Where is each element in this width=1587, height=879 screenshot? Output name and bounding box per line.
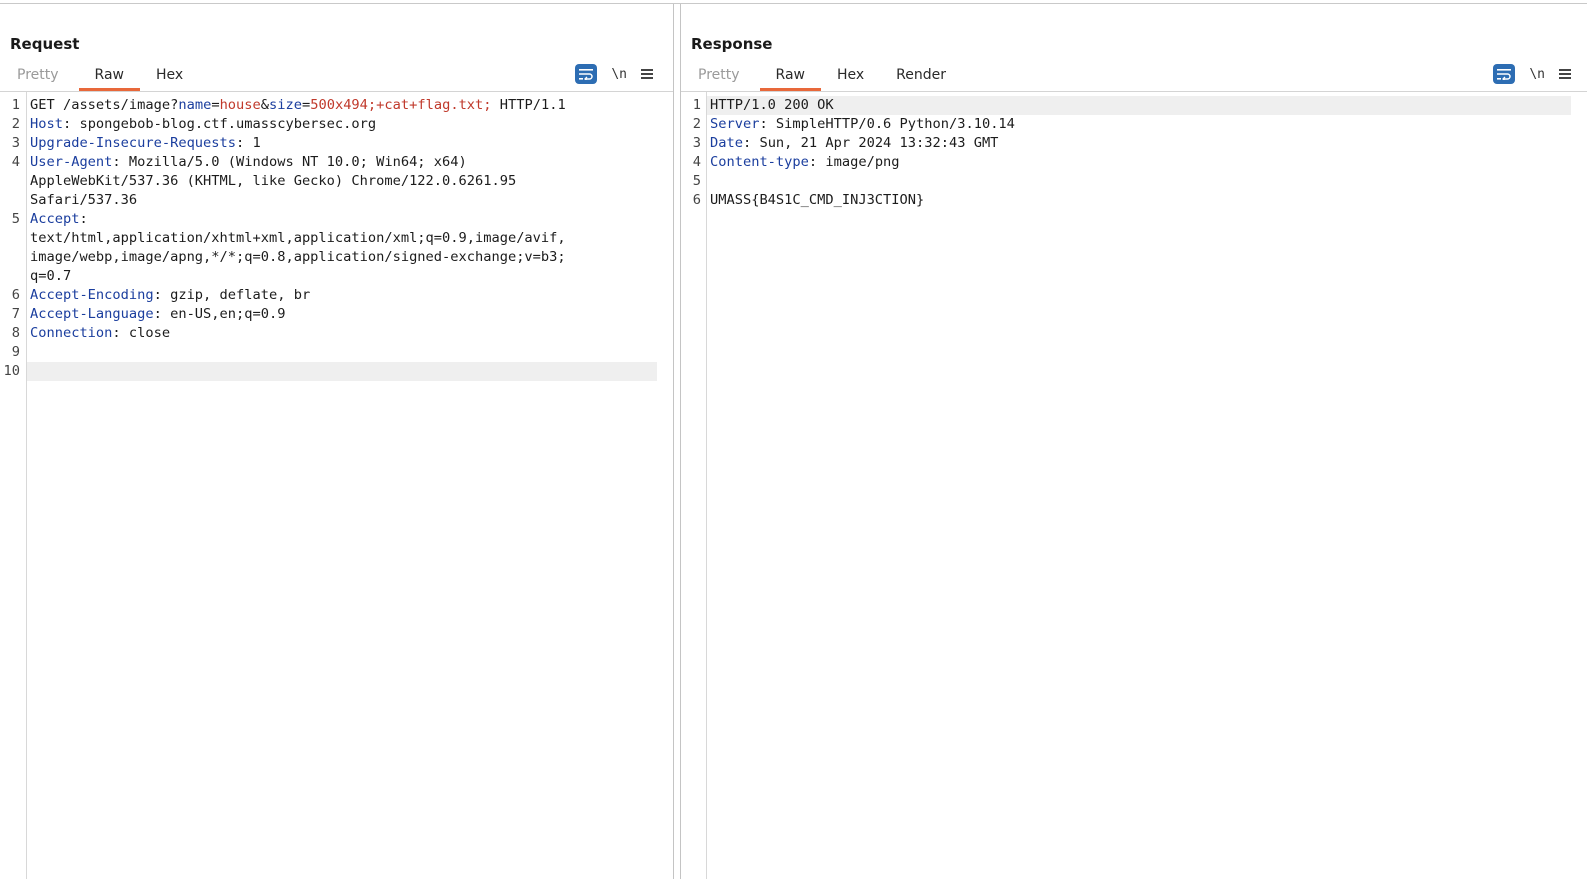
line-number: 3 bbox=[692, 135, 701, 151]
tab-render[interactable]: Render bbox=[880, 64, 962, 91]
code-line: 8 Connection: close bbox=[0, 324, 657, 343]
line-text: q=0.7 bbox=[30, 268, 72, 284]
code-line: 6 UMASS{B4S1C_CMD_INJ3CTION} bbox=[681, 191, 1571, 210]
line-number: 3 bbox=[11, 135, 20, 151]
tab-hex[interactable]: Hex bbox=[821, 64, 880, 91]
response-editor[interactable]: 1 HTTP/1.0 200 OK 2 Server: SimpleHTTP/0.6 … bbox=[681, 92, 1587, 879]
code-line: 4 Content-type: image/png bbox=[681, 153, 1571, 172]
newline-icon[interactable]: \n bbox=[1529, 67, 1545, 82]
line-text: text/html,application/xhtml+xml,applicat… bbox=[30, 230, 566, 246]
code-line: 6 Accept-Encoding: gzip, deflate, br bbox=[0, 286, 657, 305]
code-line: 3 Date: Sun, 21 Apr 2024 13:32:43 GMT bbox=[681, 134, 1571, 153]
line-text: Connection: close bbox=[30, 325, 171, 341]
tab-raw[interactable]: Raw bbox=[78, 64, 141, 91]
request-title: Request bbox=[10, 35, 80, 53]
line-text: AppleWebKit/537.36 (KHTML, like Gecko) C… bbox=[30, 173, 517, 189]
code-line: 2 Server: SimpleHTTP/0.6 Python/3.10.14 bbox=[681, 115, 1571, 134]
code-line: text/html,application/xhtml+xml,applicat… bbox=[0, 229, 657, 248]
menu-icon[interactable] bbox=[641, 69, 653, 79]
code-line: Safari/537.36 bbox=[0, 191, 657, 210]
tab-pretty[interactable]: Pretty bbox=[689, 64, 760, 91]
line-text: UMASS{B4S1C_CMD_INJ3CTION} bbox=[710, 192, 925, 208]
request-pane: Request Pretty Raw Hex \n 1 GET /assets/ima… bbox=[0, 4, 674, 879]
line-text: User-Agent: Mozilla/5.0 (Windows NT 10.0… bbox=[30, 154, 467, 170]
line-number: 4 bbox=[692, 154, 701, 170]
line-number: 8 bbox=[11, 325, 20, 341]
line-text: Accept-Encoding: gzip, deflate, br bbox=[30, 287, 311, 303]
code-line: AppleWebKit/537.36 (KHTML, like Gecko) C… bbox=[0, 172, 657, 191]
code-line: 10 bbox=[4, 362, 657, 381]
response-pane: Response Pretty Raw Hex Render \n 1 HTTP/1.0… bbox=[680, 4, 1587, 879]
line-number-gutter bbox=[681, 92, 707, 879]
line-text: Content-type: image/png bbox=[710, 154, 900, 170]
request-lines: 1 GET /assets/image?name=house&size=500x4… bbox=[0, 96, 657, 381]
tab-raw[interactable]: Raw bbox=[759, 64, 822, 91]
code-line: 4 User-Agent: Mozilla/5.0 (Windows NT 10.… bbox=[0, 153, 657, 172]
tab-pretty[interactable]: Pretty bbox=[8, 64, 79, 91]
line-text: image/webp,image/apng,*/*;q=0.8,applicat… bbox=[30, 249, 566, 265]
code-line: 2 Host: spongebob-blog.ctf.umasscybersec.… bbox=[0, 115, 657, 134]
line-text: Accept: bbox=[30, 211, 88, 227]
line-text: Safari/537.36 bbox=[30, 192, 138, 208]
response-toolbar: \n bbox=[1493, 64, 1571, 84]
line-number: 5 bbox=[692, 173, 701, 189]
line-text: Host: spongebob-blog.ctf.umasscybersec.o… bbox=[30, 116, 377, 132]
line-number: 9 bbox=[11, 344, 20, 360]
code-line: 5 Accept: bbox=[0, 210, 657, 229]
line-number: 6 bbox=[692, 192, 701, 208]
line-text: Date: Sun, 21 Apr 2024 13:32:43 GMT bbox=[710, 135, 999, 151]
wrap-lines-icon bbox=[1497, 69, 1512, 80]
line-text: Accept-Language: en-US,en;q=0.9 bbox=[30, 306, 286, 322]
line-number: 2 bbox=[11, 116, 20, 132]
line-number: 10 bbox=[3, 363, 20, 379]
code-line: 1 HTTP/1.0 200 OK bbox=[693, 96, 1571, 115]
menu-icon[interactable] bbox=[1559, 69, 1571, 79]
response-title: Response bbox=[691, 35, 773, 53]
wrap-lines-button[interactable] bbox=[1493, 64, 1516, 84]
line-number: 7 bbox=[11, 306, 20, 322]
line-text: GET /assets/image?name=house&size=500x49… bbox=[30, 97, 566, 113]
request-editor[interactable]: 1 GET /assets/image?name=house&size=500x4… bbox=[0, 92, 673, 879]
wrap-lines-icon bbox=[579, 69, 594, 80]
code-line: 1 GET /assets/image?name=house&size=500x4… bbox=[0, 96, 657, 115]
code-line: 5 bbox=[681, 172, 1571, 191]
line-number: 4 bbox=[11, 154, 20, 170]
newline-icon[interactable]: \n bbox=[611, 67, 627, 82]
line-number: 1 bbox=[692, 97, 701, 113]
response-lines: 1 HTTP/1.0 200 OK 2 Server: SimpleHTTP/0.6 … bbox=[681, 96, 1571, 210]
line-number: 6 bbox=[11, 287, 20, 303]
code-line: image/webp,image/apng,*/*;q=0.8,applicat… bbox=[0, 248, 657, 267]
request-tabs: Pretty Raw Hex bbox=[8, 64, 199, 91]
tab-hex[interactable]: Hex bbox=[140, 64, 199, 91]
wrap-lines-button[interactable] bbox=[575, 64, 598, 84]
line-text: Upgrade-Insecure-Requests: 1 bbox=[30, 135, 261, 151]
response-tabs: Pretty Raw Hex Render bbox=[689, 64, 962, 91]
line-number: 2 bbox=[692, 116, 701, 132]
line-number: 1 bbox=[11, 97, 20, 113]
line-number: 5 bbox=[11, 211, 20, 227]
line-text: Server: SimpleHTTP/0.6 Python/3.10.14 bbox=[710, 116, 1015, 132]
code-line: 9 bbox=[0, 343, 657, 362]
code-line: q=0.7 bbox=[0, 267, 657, 286]
code-line: 7 Accept-Language: en-US,en;q=0.9 bbox=[0, 305, 657, 324]
line-text: HTTP/1.0 200 OK bbox=[710, 97, 834, 113]
code-line: 3 Upgrade-Insecure-Requests: 1 bbox=[0, 134, 657, 153]
request-toolbar: \n bbox=[575, 64, 653, 84]
